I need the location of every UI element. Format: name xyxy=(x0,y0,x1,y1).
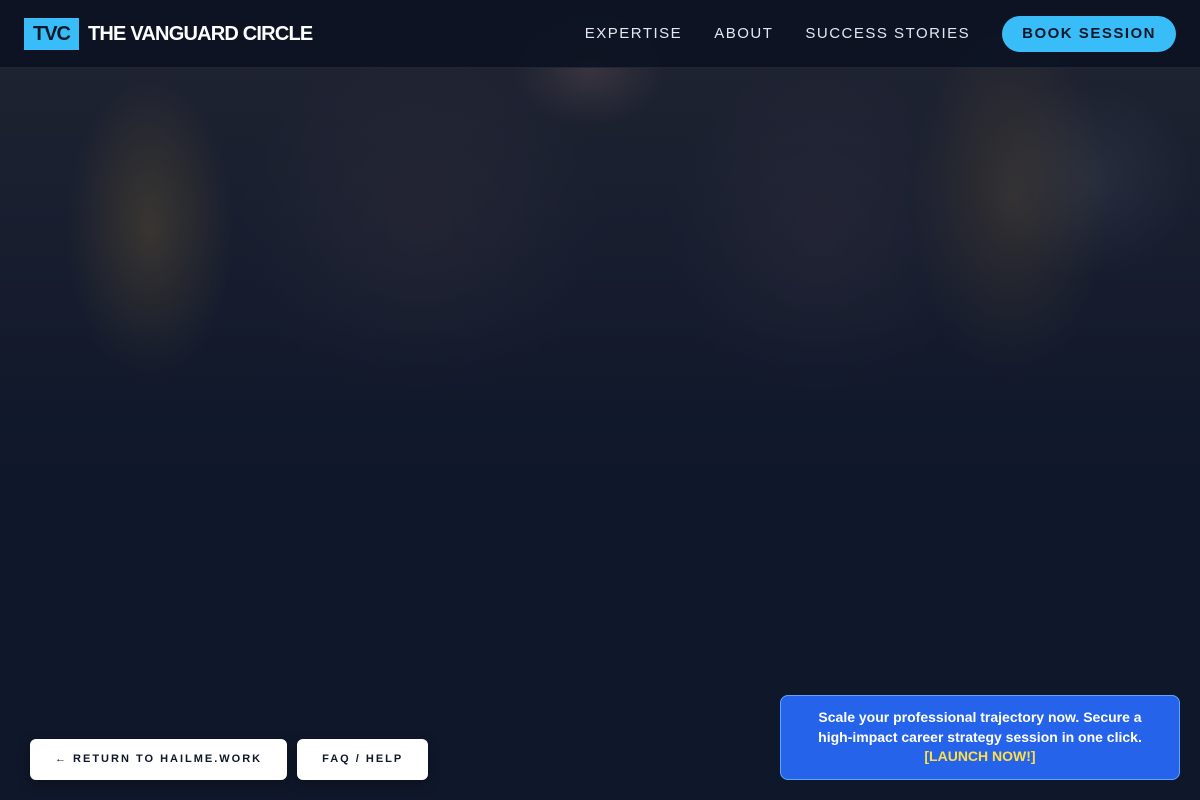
return-to-hailme-button[interactable]: ← RETURN TO HAILME.WORK xyxy=(30,739,288,780)
logo-badge: TVC xyxy=(24,18,79,50)
nav-link-about[interactable]: ABOUT xyxy=(714,16,773,52)
nav-link-success-stories[interactable]: SUCCESS STORIES xyxy=(805,16,970,52)
site-header: TVC THE VANGUARD CIRCLE EXPERTISE ABOUT … xyxy=(0,0,1200,68)
hero-background-image xyxy=(0,0,1200,800)
book-session-button[interactable]: BOOK SESSION xyxy=(1002,16,1176,52)
promo-banner[interactable]: Scale your professional trajectory now. … xyxy=(780,695,1180,780)
brand-name: THE VANGUARD CIRCLE xyxy=(88,22,313,45)
brand-logo[interactable]: TVC THE VANGUARD CIRCLE xyxy=(24,18,313,50)
main-nav: EXPERTISE ABOUT SUCCESS STORIES BOOK SES… xyxy=(553,16,1176,52)
footer-buttons: ← RETURN TO HAILME.WORK FAQ / HELP xyxy=(30,739,438,780)
nav-link-expertise[interactable]: EXPERTISE xyxy=(585,16,682,52)
faq-help-button[interactable]: FAQ / HELP xyxy=(297,739,429,780)
launch-now-link[interactable]: [LAUNCH NOW!] xyxy=(924,748,1035,764)
promo-text: Scale your professional trajectory now. … xyxy=(818,709,1142,745)
